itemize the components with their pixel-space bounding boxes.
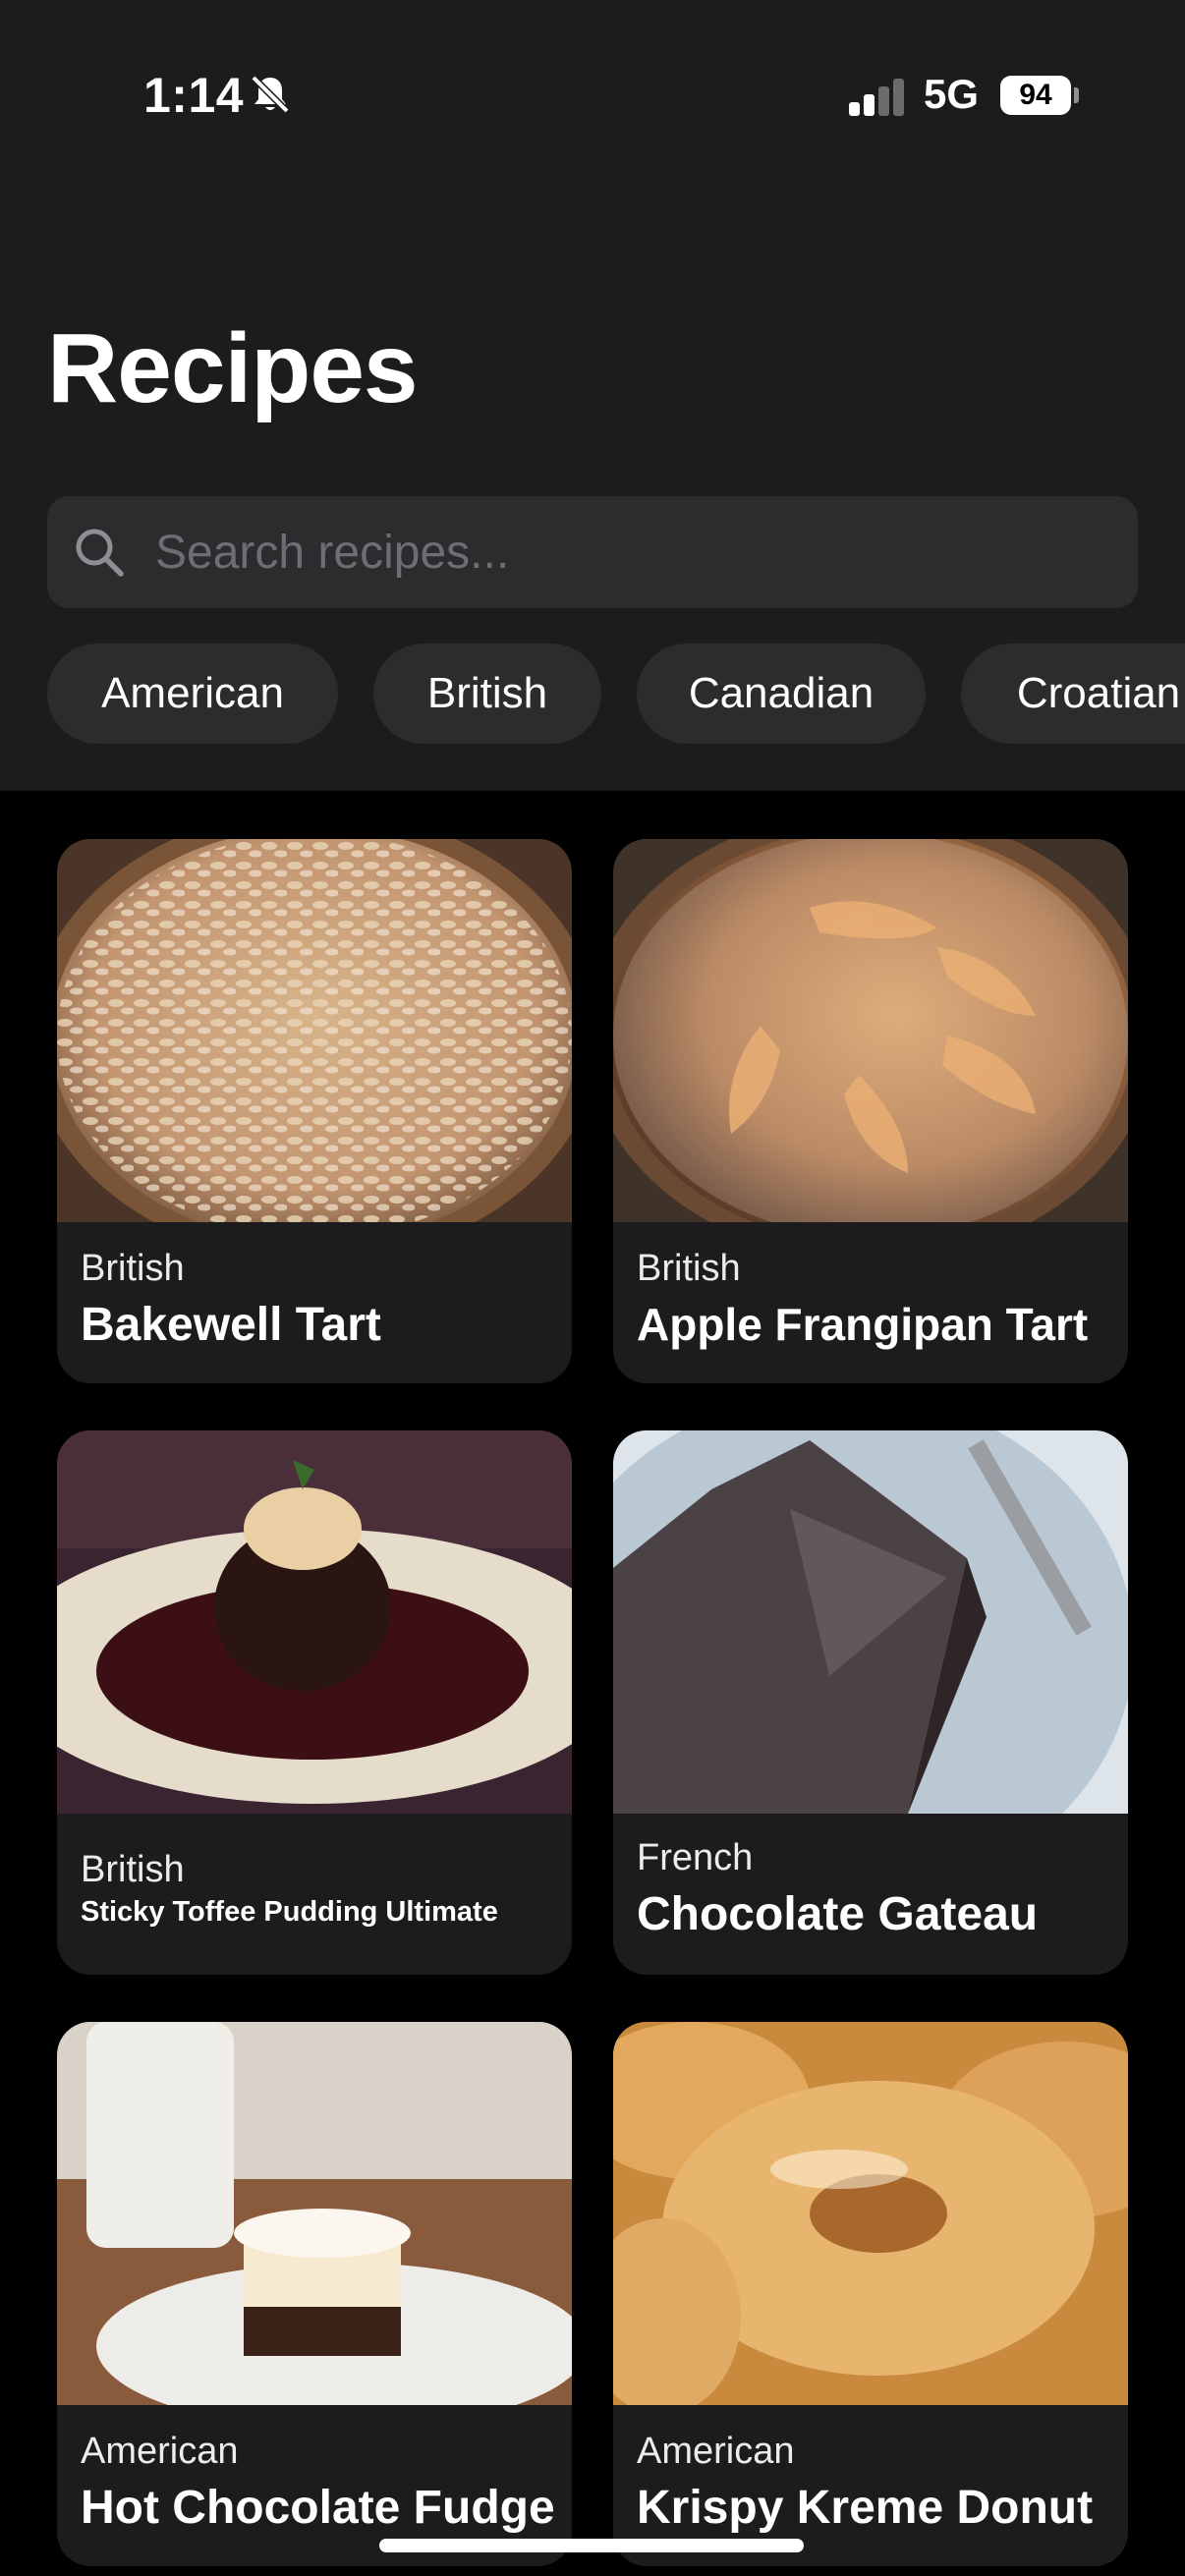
recipe-image <box>613 839 1128 1222</box>
recipe-category: American <box>81 2431 239 2472</box>
recipe-name: Apple Frangipan Tart <box>637 1299 1089 1350</box>
bell-slash-icon <box>251 75 290 114</box>
network-type: 5G <box>924 71 980 117</box>
recipe-image <box>57 2022 572 2405</box>
recipe-name: Bakewell Tart <box>81 1299 381 1351</box>
recipe-category: British <box>81 1248 185 1289</box>
cellular-signal-icon <box>849 79 904 116</box>
search-bar[interactable] <box>47 496 1138 608</box>
filter-chip-croatian[interactable]: Croatian <box>961 644 1185 744</box>
recipe-image <box>613 1430 1128 1814</box>
recipe-card[interactable]: American Krispy Kreme Donut <box>613 2022 1128 2566</box>
recipe-name: Hot Chocolate Fudge <box>81 2482 555 2534</box>
recipe-card[interactable]: British Bakewell Tart <box>57 839 572 1383</box>
recipe-name: Sticky Toffee Pudding Ultimate <box>81 1896 498 1928</box>
recipe-category: British <box>81 1849 185 1890</box>
home-indicator[interactable] <box>379 2539 804 2552</box>
recipe-image <box>57 839 572 1222</box>
filter-chip-british[interactable]: British <box>373 644 601 744</box>
search-icon <box>76 529 124 577</box>
recipe-image <box>57 1430 572 1814</box>
recipe-name: Krispy Kreme Donut <box>637 2482 1094 2534</box>
battery-level: 94 <box>1000 76 1071 115</box>
recipe-card[interactable]: American Hot Chocolate Fudge <box>57 2022 572 2566</box>
recipe-card[interactable]: British Sticky Toffee Pudding Ultimate <box>57 1430 572 1975</box>
recipe-card[interactable]: British Apple Frangipan Tart <box>613 839 1128 1383</box>
search-input[interactable] <box>155 496 1118 608</box>
filter-chip-canadian[interactable]: Canadian <box>637 644 926 744</box>
page-title: Recipes <box>47 313 419 423</box>
recipe-category: American <box>637 2431 795 2472</box>
header: 1:14 5G 94 Recipes American British Cana… <box>0 0 1185 791</box>
recipe-category: French <box>637 1837 754 1878</box>
battery-nub <box>1074 87 1079 103</box>
recipe-category: British <box>637 1248 741 1289</box>
recipe-name: Chocolate Gateau <box>637 1888 1039 1940</box>
status-time: 1:14 <box>143 68 245 123</box>
filter-chip-row[interactable]: American British Canadian Croatian <box>0 644 1185 744</box>
recipe-image <box>613 2022 1128 2405</box>
recipe-card[interactable]: French Chocolate Gateau <box>613 1430 1128 1975</box>
filter-chip-american[interactable]: American <box>47 644 338 744</box>
